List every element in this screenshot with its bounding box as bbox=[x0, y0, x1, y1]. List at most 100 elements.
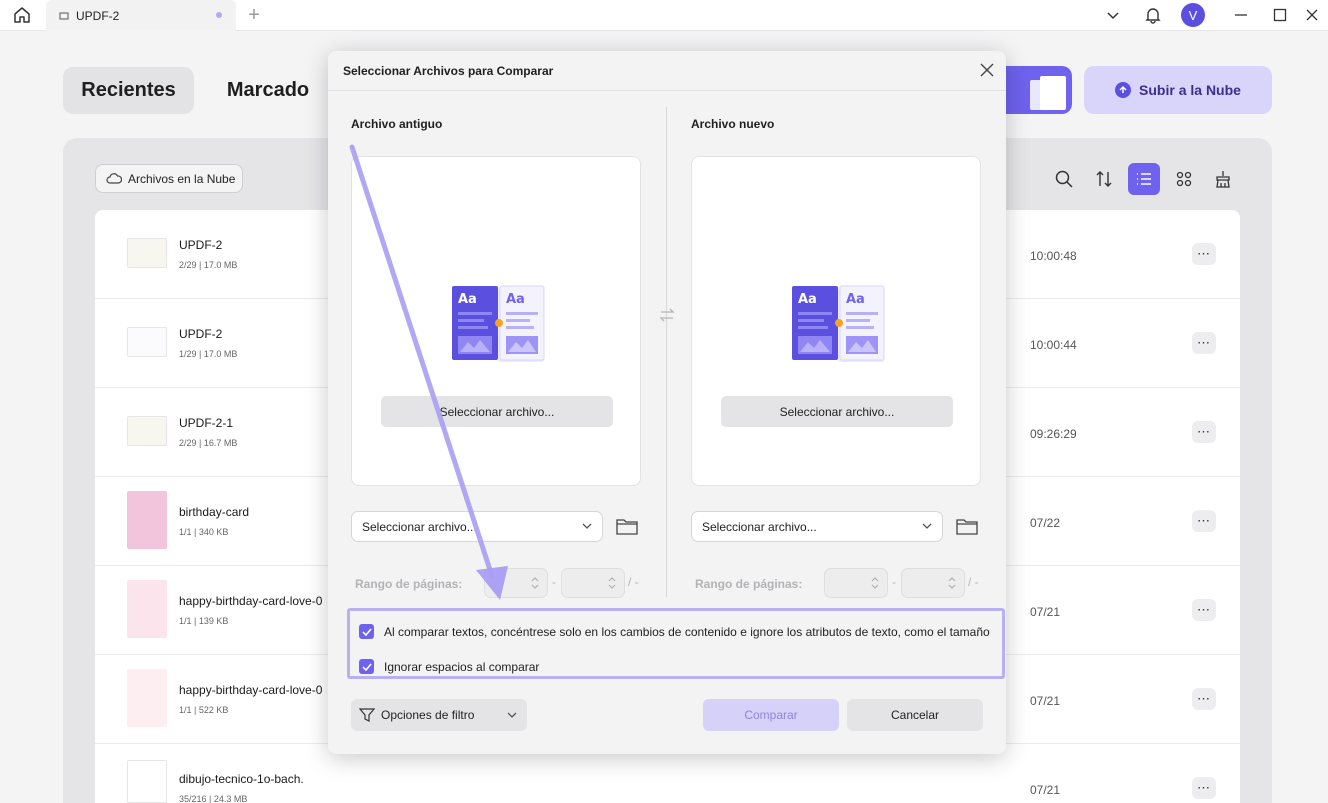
filter-options-label: Opciones de filtro bbox=[381, 708, 475, 722]
upload-cloud-button[interactable]: Subir a la Nube bbox=[1084, 66, 1272, 114]
range-dash: - bbox=[892, 575, 896, 589]
svg-text:Aa: Aa bbox=[506, 292, 525, 307]
file-time: 10:00:48 bbox=[1030, 249, 1077, 263]
grid-view-icon bbox=[1176, 171, 1192, 187]
file-meta: 2/29 | 16.7 MB bbox=[179, 438, 238, 448]
range-total: / - bbox=[628, 575, 639, 589]
dropdown-button[interactable] bbox=[1101, 4, 1125, 26]
checkmark-icon bbox=[361, 662, 372, 671]
file-thumbnail bbox=[127, 327, 167, 357]
cloud-files-button[interactable]: Archivos en la Nube bbox=[95, 164, 243, 193]
file-name: UPDF-2 bbox=[179, 327, 223, 341]
file-time: 09:26:29 bbox=[1030, 427, 1077, 441]
file-meta: 1/1 | 522 KB bbox=[179, 705, 229, 715]
ignore-attributes-label: Al comparar textos, concéntrese solo en … bbox=[384, 625, 990, 639]
more-button[interactable]: ⋯ bbox=[1192, 510, 1216, 532]
tab-updf-2[interactable]: UPDF-2 bbox=[46, 0, 236, 31]
stepper-arrows-icon bbox=[948, 577, 956, 589]
document-compare-illustration: Aa Aa bbox=[792, 285, 885, 362]
file-time: 10:00:44 bbox=[1030, 338, 1077, 352]
file-thumbnail bbox=[127, 238, 167, 268]
stepper-arrows-icon bbox=[608, 577, 616, 589]
file-name: birthday-card bbox=[179, 505, 250, 519]
compare-button[interactable]: Comparar bbox=[703, 699, 839, 731]
new-range-start-stepper[interactable] bbox=[824, 568, 888, 598]
old-select-file-button[interactable]: Seleccionar archivo... bbox=[381, 396, 613, 427]
tab-label: UPDF-2 bbox=[76, 8, 120, 23]
clean-button[interactable] bbox=[1207, 163, 1239, 195]
new-range-end-stepper[interactable] bbox=[901, 568, 965, 598]
file-time: 07/21 bbox=[1030, 605, 1061, 619]
file-meta: 1/1 | 340 KB bbox=[179, 527, 229, 537]
filter-icon bbox=[359, 708, 375, 722]
stepper-arrows-icon bbox=[531, 577, 539, 589]
grid-view-button[interactable] bbox=[1168, 163, 1200, 195]
compare-files-dialog: Seleccionar Archivos para Comparar Archi… bbox=[328, 51, 1006, 754]
range-total: / - bbox=[968, 575, 979, 589]
notifications-button[interactable] bbox=[1141, 4, 1165, 26]
file-time: 07/22 bbox=[1030, 516, 1061, 530]
more-button[interactable]: ⋯ bbox=[1192, 777, 1216, 799]
filter-options-button[interactable]: Opciones de filtro bbox=[351, 699, 527, 731]
file-meta: 1/1 | 139 KB bbox=[179, 616, 229, 626]
file-meta: 35/216 | 24.3 MB bbox=[179, 794, 248, 803]
cloud-doc-icon bbox=[59, 12, 69, 19]
file-meta: 1/29 | 17.0 MB bbox=[179, 349, 238, 359]
list-view-icon bbox=[1137, 173, 1151, 185]
more-button[interactable]: ⋯ bbox=[1192, 243, 1216, 265]
old-file-title: Archivo antiguo bbox=[351, 117, 443, 131]
file-thumbnail bbox=[127, 760, 167, 803]
file-thumbnail bbox=[127, 580, 167, 638]
dialog-close-button[interactable] bbox=[978, 61, 996, 79]
unsaved-dot-icon bbox=[216, 12, 222, 18]
maximize-icon bbox=[1273, 8, 1287, 22]
swap-icon[interactable] bbox=[658, 306, 676, 324]
chevron-down-icon bbox=[582, 523, 592, 529]
home-button[interactable] bbox=[8, 3, 36, 27]
checkmark-icon bbox=[361, 627, 372, 636]
more-button[interactable]: ⋯ bbox=[1192, 421, 1216, 443]
more-button[interactable]: ⋯ bbox=[1192, 599, 1216, 621]
new-file-dropdown[interactable]: Seleccionar archivo... bbox=[691, 511, 943, 542]
dialog-header-divider bbox=[328, 90, 1006, 91]
new-dropdown-value: Seleccionar archivo... bbox=[702, 519, 817, 534]
ignore-spaces-checkbox[interactable] bbox=[359, 659, 374, 674]
promo-banner[interactable] bbox=[1006, 66, 1072, 114]
new-tab-button[interactable]: + bbox=[244, 4, 264, 27]
file-name: happy-birthday-card-love-0 bbox=[179, 683, 323, 697]
new-page-range-label: Rango de páginas: bbox=[695, 577, 803, 591]
range-dash: - bbox=[552, 575, 556, 589]
folder-icon bbox=[956, 519, 978, 535]
list-view-button[interactable] bbox=[1128, 163, 1160, 195]
cancel-button[interactable]: Cancelar bbox=[847, 699, 983, 731]
document-compare-illustration: Aa Aa bbox=[452, 285, 545, 362]
tab-recientes[interactable]: Recientes bbox=[63, 67, 194, 114]
old-file-dropdown[interactable]: Seleccionar archivo... bbox=[351, 511, 603, 542]
broom-icon bbox=[1216, 171, 1230, 188]
sort-button[interactable] bbox=[1088, 163, 1120, 195]
ignore-attributes-checkbox[interactable] bbox=[359, 624, 374, 639]
old-file-dropzone[interactable]: Aa Aa Seleccionar archivo... bbox=[351, 156, 641, 486]
search-button[interactable] bbox=[1048, 163, 1080, 195]
file-thumbnail bbox=[127, 491, 167, 549]
old-browse-folder-button[interactable] bbox=[616, 517, 638, 537]
chevron-down-icon bbox=[922, 523, 932, 529]
bell-icon bbox=[1145, 8, 1161, 24]
cloud-icon bbox=[106, 172, 122, 184]
new-file-dropzone[interactable]: Aa Aa Seleccionar archivo... bbox=[691, 156, 981, 486]
new-browse-folder-button[interactable] bbox=[956, 517, 978, 537]
old-range-start-stepper[interactable] bbox=[484, 568, 548, 598]
title-bar: UPDF-2 + V bbox=[0, 0, 1328, 31]
upload-label: Subir a la Nube bbox=[1139, 82, 1241, 98]
svg-text:Aa: Aa bbox=[846, 292, 865, 307]
close-window-button[interactable] bbox=[1300, 4, 1324, 26]
tab-marcado[interactable]: Marcado bbox=[210, 67, 326, 114]
maximize-button[interactable] bbox=[1268, 4, 1292, 26]
new-select-file-button[interactable]: Seleccionar archivo... bbox=[721, 396, 953, 427]
old-range-end-stepper[interactable] bbox=[561, 568, 625, 598]
more-button[interactable]: ⋯ bbox=[1192, 688, 1216, 710]
file-name: UPDF-2 bbox=[179, 238, 223, 252]
minimize-button[interactable] bbox=[1229, 4, 1253, 26]
more-button[interactable]: ⋯ bbox=[1192, 332, 1216, 354]
avatar[interactable]: V bbox=[1181, 3, 1205, 27]
